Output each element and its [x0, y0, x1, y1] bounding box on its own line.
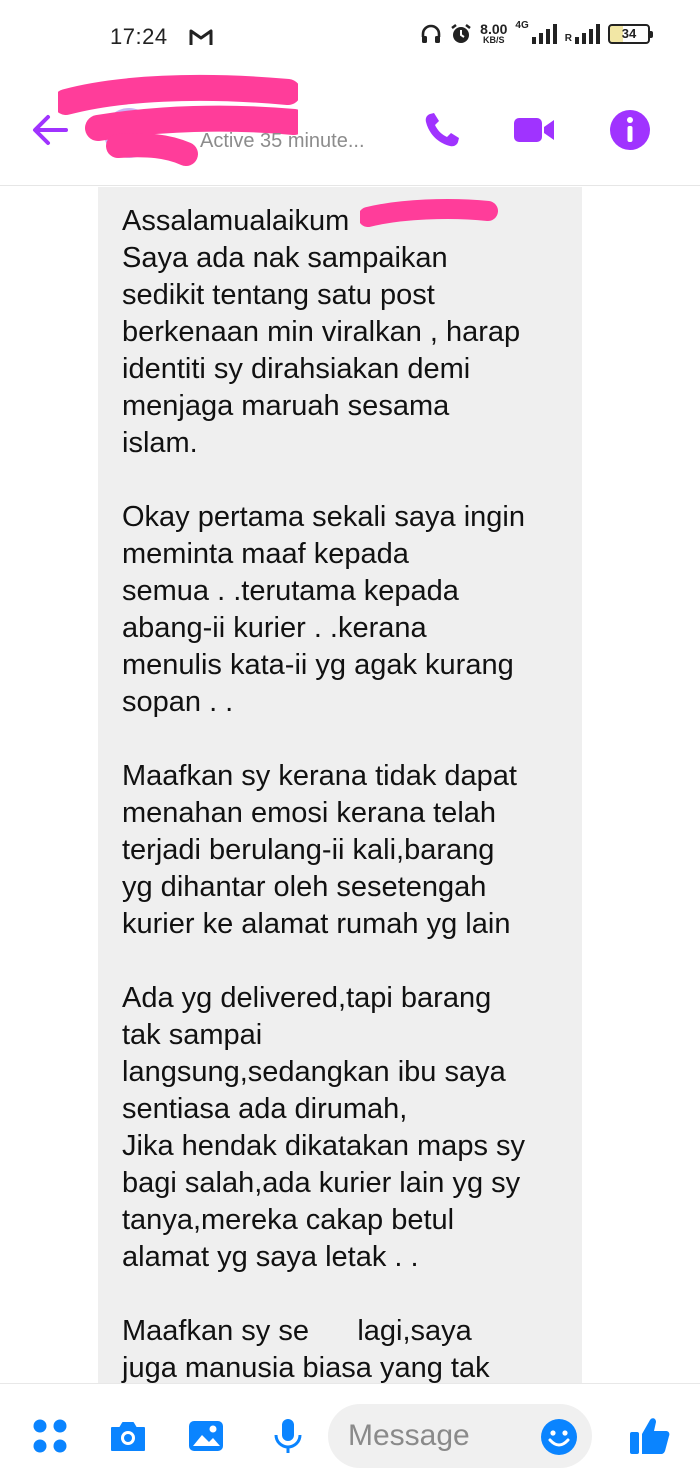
roaming-label: R: [564, 33, 572, 44]
redaction-mark: [360, 199, 498, 227]
message-line: terjadi berulang-ii kali,barang: [122, 834, 495, 866]
apps-icon[interactable]: [30, 1416, 70, 1456]
headphones-icon: [421, 24, 441, 43]
message-text: Assalamualaikum Saya ada nak sampaikan sed…: [122, 203, 560, 1383]
message-line: identiti sy dirahsiakan demi: [122, 353, 471, 385]
message-line: Maafkan sy se lagi,saya: [122, 1315, 472, 1347]
message-line: Saya ada nak sampaikan: [122, 242, 448, 274]
message-line: yg dihantar oleh sesetengah: [122, 871, 487, 903]
network-speed-value: 8.00: [480, 21, 508, 37]
alarm-icon: [451, 23, 471, 43]
redaction-mark: [58, 74, 298, 166]
message-line: langsung,sedangkan ibu saya: [122, 1056, 506, 1088]
message-line: alamat yg saya letak . .: [122, 1241, 419, 1273]
message-line: bagi salah,ada kurier lain yg sy: [122, 1167, 521, 1199]
battery-icon: 34: [608, 23, 653, 44]
chat-thread[interactable]: Assalamualaikum Saya ada nak sampaikan sed…: [0, 187, 700, 1383]
video-camera-icon[interactable]: [512, 108, 556, 152]
message-line: menahan emosi kerana telah: [122, 797, 497, 829]
message-line: meminta maaf kepada: [122, 538, 409, 570]
status-bar: 17:24 8.00 KB/S 4G R 34: [0, 0, 700, 78]
message-line: menulis kata-ii yg agak kurang: [122, 649, 514, 681]
network-type-label: 4G: [515, 20, 529, 31]
message-line: tanya,mereka cakap betul: [122, 1204, 455, 1236]
message-line: islam.: [122, 427, 198, 459]
camera-icon[interactable]: [108, 1416, 148, 1456]
info-icon[interactable]: [608, 108, 652, 152]
gmail-icon: [189, 29, 213, 45]
microphone-icon[interactable]: [268, 1416, 308, 1456]
conversation-header: Active 35 minute...: [0, 74, 700, 186]
phone-icon[interactable]: [420, 108, 464, 152]
message-line: juga manusia biasa yang tak: [122, 1352, 490, 1383]
message-composer: [0, 1383, 700, 1478]
status-time: 17:24: [110, 24, 168, 49]
message-line: kurier ke alamat rumah yg lain: [122, 908, 511, 940]
message-line: [122, 943, 560, 980]
message-line: [122, 462, 560, 499]
signal-icon: [575, 23, 600, 44]
message-line: tak sampai: [122, 1019, 263, 1051]
message-line: menjaga maruah sesama: [122, 390, 450, 422]
battery-level: 34: [621, 26, 637, 41]
emoji-icon[interactable]: [540, 1418, 578, 1456]
message-line: semua . .terutama kepada: [122, 575, 459, 607]
message-line: Maafkan sy kerana tidak dapat: [122, 760, 517, 792]
message-line: sentiasa ada dirumah,: [122, 1093, 408, 1125]
message-bubble[interactable]: Assalamualaikum Saya ada nak sampaikan sed…: [98, 187, 582, 1383]
signal-icon: [531, 23, 557, 44]
thumbs-up-icon[interactable]: [628, 1414, 672, 1458]
message-line: abang-ii kurier . .kerana: [122, 612, 427, 644]
message-line: Ada yg delivered,tapi barang: [122, 982, 492, 1014]
message-line: [122, 1276, 560, 1313]
network-speed: 8.00 KB/S: [480, 22, 507, 45]
message-line: Okay pertama sekali saya ingin: [122, 501, 525, 533]
message-line: sopan . .: [122, 686, 234, 718]
message-line: [122, 721, 560, 758]
gallery-icon[interactable]: [186, 1416, 226, 1456]
message-line: berkenaan min viralkan , harap: [122, 316, 521, 348]
message-line: sedikit tentang satu post: [122, 279, 435, 311]
message-line: Jika hendak dikatakan maps sy: [122, 1130, 525, 1162]
network-speed-unit: KB/S: [483, 35, 505, 45]
status-indicators: 8.00 KB/S 4G R 34: [420, 20, 653, 45]
active-status: Active 35 minute...: [200, 130, 365, 152]
